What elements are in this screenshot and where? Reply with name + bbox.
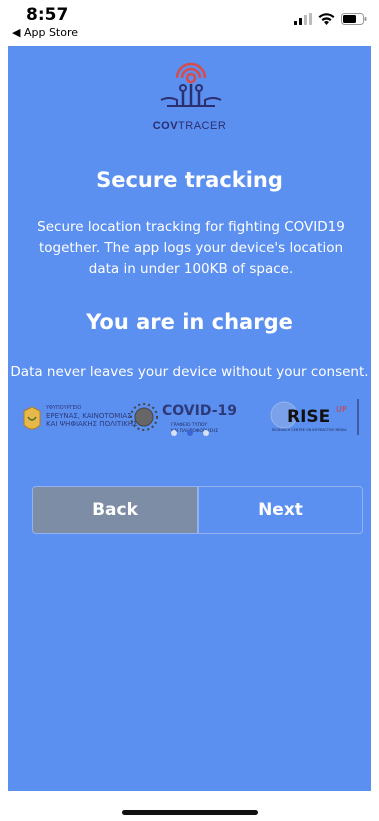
ministry-line1: ΥΦΥΠΟΥΡΓΕΙΟ — [45, 405, 81, 411]
status-bar: 8:57 ◀ App Store — [0, 0, 379, 46]
page-dot — [202, 430, 209, 436]
riseup-main: RISE — [287, 407, 330, 427]
brand-name: COVTRACER — [8, 120, 371, 132]
back-to-app-store-link[interactable]: ◀ App Store — [12, 26, 78, 39]
navigation-buttons: Back Next — [32, 486, 363, 534]
consent-description: Data never leaves your device without yo… — [10, 364, 369, 380]
covid-logo-title: COVID-19 — [162, 403, 237, 419]
covid-logo-sub1: ΓΡΑΦΕΙΟ ΤΥΠΟΥ — [171, 422, 207, 428]
status-time: 8:57 — [26, 5, 69, 25]
in-charge-heading: You are in charge — [86, 310, 293, 334]
status-icons — [294, 13, 367, 25]
page-dot — [186, 430, 193, 436]
covtracer-logo-icon — [160, 62, 222, 107]
onboarding-panel: COVTRACER Secure tracking Secure locatio… — [8, 46, 371, 791]
brand-name-rest: TRACER — [178, 120, 227, 132]
ministry-line2: ΕΡΕΥΝΑΣ, ΚΑΙΝΟΤΟΜΙΑΣ — [46, 412, 132, 420]
ministry-logo: ΥΦΥΠΟΥΡΓΕΙΟ ΕΡΕΥΝΑΣ, ΚΑΙΝΟΤΟΜΙΑΣ ΚΑΙ ΨΗΦ… — [23, 405, 138, 430]
battery-icon — [341, 13, 367, 25]
back-button[interactable]: Back — [32, 486, 198, 534]
secure-tracking-heading: Secure tracking — [96, 168, 283, 192]
home-area — [0, 791, 379, 821]
home-indicator[interactable] — [122, 810, 258, 815]
page-indicator — [8, 430, 371, 436]
wifi-icon — [318, 13, 335, 25]
signal-icon — [294, 13, 312, 25]
secure-tracking-description: Secure location tracking for fighting CO… — [37, 219, 345, 277]
riseup-sup: UP — [336, 405, 347, 414]
next-button[interactable]: Next — [198, 486, 363, 534]
page-dot — [170, 430, 177, 436]
brand-name-bold: COV — [152, 120, 179, 132]
ministry-line3: ΚΑΙ ΨΗΦΙΑΚΗΣ ΠΟΛΙΤΙΚΗΣ — [46, 420, 138, 428]
